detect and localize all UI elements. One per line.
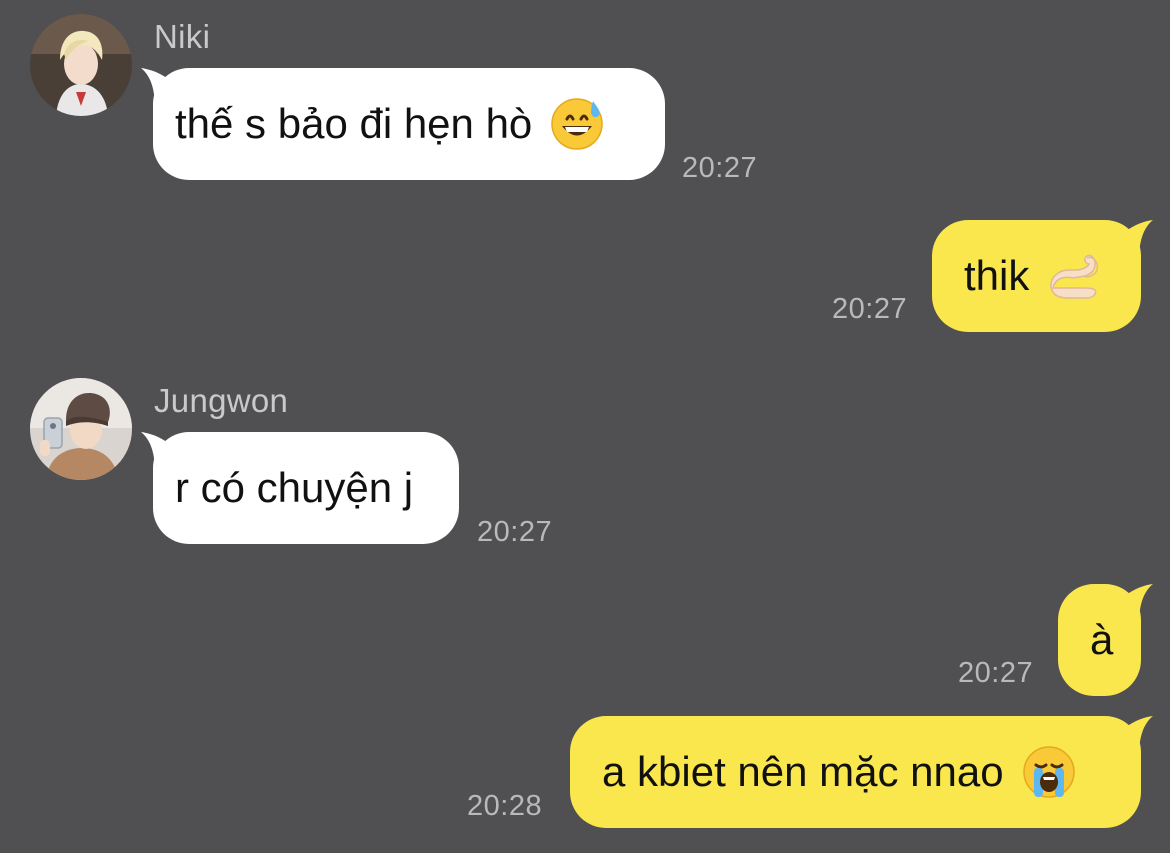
avatar-jungwon[interactable] (30, 378, 132, 480)
avatar-jungwon-image (30, 378, 132, 480)
message-text: thik (964, 252, 1030, 299)
message-text: thế s bảo đi hẹn hò (175, 100, 533, 147)
message-bubble-incoming[interactable]: thế s bảo đi hẹn hò (141, 68, 665, 180)
message-bubble-outgoing[interactable]: à (1058, 584, 1153, 696)
message-timestamp: 20:28 (467, 790, 543, 822)
message-text: à (1090, 616, 1114, 663)
bubble-tail-icon (141, 432, 181, 472)
pinched-fingers-emoji-icon (1047, 248, 1103, 304)
bubble-tail-icon (1113, 716, 1153, 756)
message-timestamp: 20:27 (477, 516, 553, 548)
message-bubble-outgoing[interactable]: thik (932, 220, 1153, 332)
message-text: a kbiet nên mặc nnao (602, 748, 1004, 795)
sender-name-jungwon: Jungwon (154, 382, 289, 419)
sender-name-niki: Niki (154, 18, 211, 55)
message-bubble-outgoing[interactable]: a kbiet nên mặc nnao (570, 716, 1153, 828)
bubble-tail-icon (1113, 584, 1153, 624)
message-timestamp: 20:27 (832, 293, 908, 325)
bubble-tail-icon (141, 68, 181, 108)
bubble-tail-icon (1113, 220, 1153, 260)
message-text: r có chuyện j (175, 464, 414, 511)
loudly-crying-emoji-icon (1022, 745, 1076, 799)
message-timestamp: 20:27 (682, 152, 758, 184)
avatar-niki-image (30, 14, 132, 116)
avatar-niki[interactable] (30, 14, 132, 116)
chat-area[interactable]: Niki thế s bảo đi hẹn hò 20:27 20:27 thi… (0, 0, 1170, 853)
message-timestamp: 20:27 (958, 657, 1034, 689)
message-bubble-incoming[interactable]: r có chuyện j (141, 432, 459, 544)
grinning-sweat-emoji-icon (550, 97, 604, 151)
